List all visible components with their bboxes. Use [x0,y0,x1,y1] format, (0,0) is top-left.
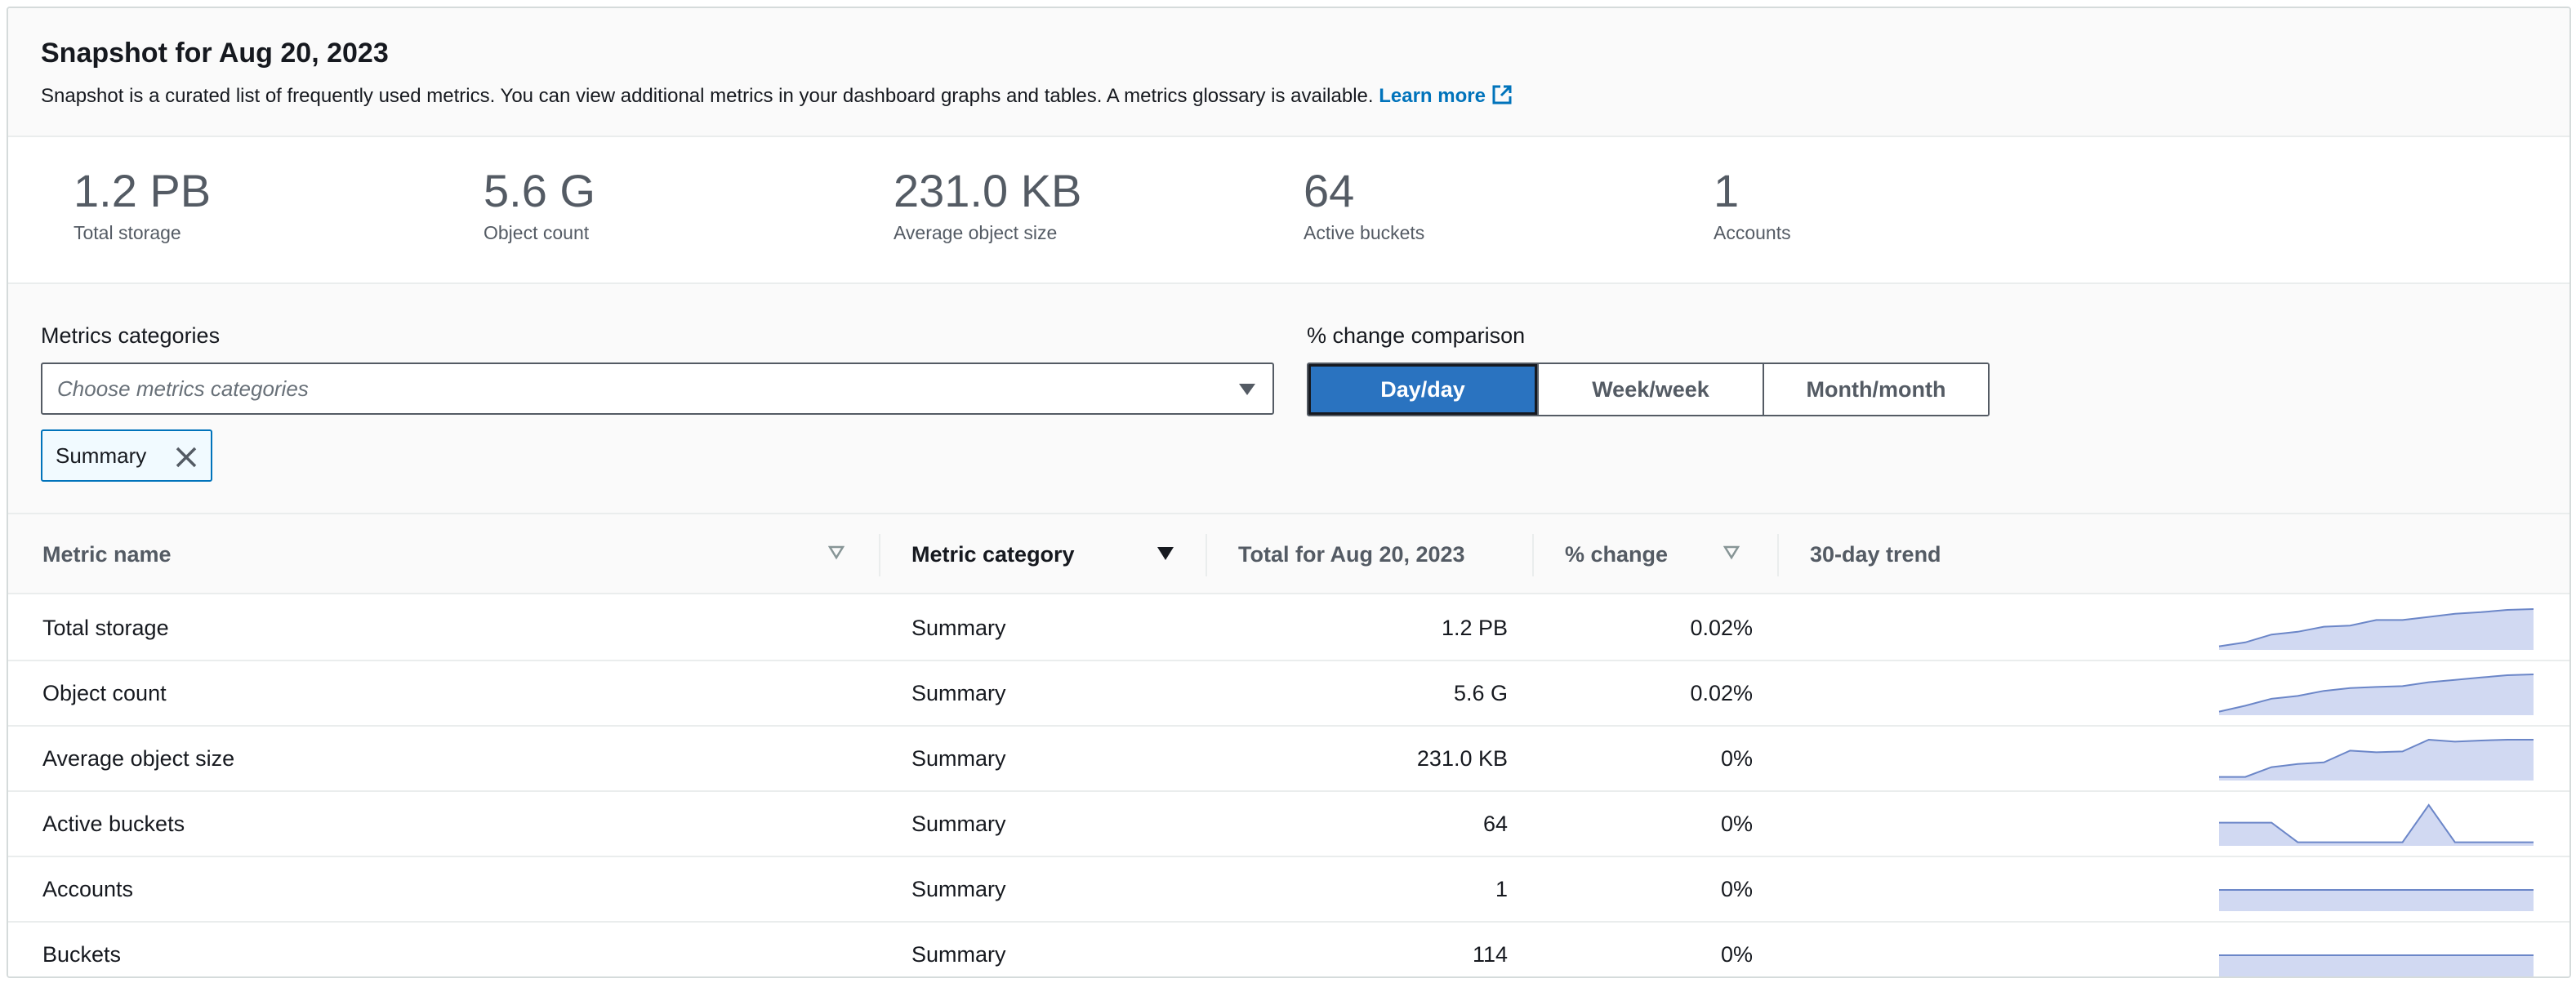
trend-sparkline [2219,954,2534,976]
trend-sparkline [2218,674,2534,715]
percent-change-cell: 0.02% [1690,616,1753,640]
metric-name-cell: Buckets [42,942,122,967]
table-row: Active buckets Summary 64 0% [8,792,2569,857]
sparkline-area [2219,674,2534,715]
metric-name-cell: Active buckets [42,812,185,836]
close-icon[interactable] [175,446,198,469]
total-cell: 1 [1495,877,1508,901]
column-separator[interactable] [879,534,880,576]
kpi-label: Active buckets [1304,222,1425,243]
learn-more-label: Learn more [1379,85,1486,107]
table-row: Buckets Summary 114 0% [8,923,2569,976]
external-link-icon [1492,85,1512,105]
percent-change-cell: 0% [1720,746,1753,771]
page-title: Snapshot for Aug 20, 2023 [41,38,389,69]
kpi-label: Accounts [1714,222,1791,243]
sparkline-area [2219,740,2534,781]
selected-category-token: Summary [41,429,212,482]
trend-sparkline [2219,803,2534,846]
column-separator[interactable] [1206,534,1207,576]
kpi-value: 64 [1304,165,1355,216]
kpi-label: Total storage [74,222,181,243]
total-cell: 231.0 KB [1416,746,1508,771]
week-week-button[interactable]: Week/week [1537,364,1763,415]
snapshot-description: Snapshot is a curated list of frequently… [41,83,1513,108]
column-separator[interactable] [1532,534,1534,576]
kpi-active-buckets: 64 Active buckets [1304,167,1424,244]
trend-sparkline [2218,608,2534,650]
kpi-accounts: 1 Accounts [1714,167,1791,244]
comparison-segmented-control: Day/day Week/week Month/month [1307,363,1990,416]
sort-icon[interactable] [1723,545,1740,560]
percent-change-cell: 0% [1720,877,1753,901]
metrics-categories-label: Metrics categories [41,323,221,348]
month-month-button[interactable]: Month/month [1763,364,1988,415]
metric-name-cell: Accounts [42,877,134,901]
kpi-total-storage: 1.2 PB Total storage [74,167,211,244]
kpi-value: 1 [1714,165,1740,216]
metric-category-cell: Summary [911,616,1006,640]
metric-category-cell: Summary [911,877,1006,901]
metrics-categories-select[interactable]: Choose metrics categories [41,363,1274,415]
kpi-label: Object count [484,222,590,243]
caret-down-icon [1239,384,1255,395]
filter-controls: Metrics categories Choose metrics catego… [8,284,2569,513]
percent-change-cell: 0% [1720,942,1753,967]
kpi-object-count: 5.6 G Object count [484,167,595,244]
sort-descending-icon[interactable] [1157,545,1174,562]
kpi-value: 231.0 KB [894,165,1082,216]
metric-category-cell: Summary [911,942,1006,967]
sparkline-area [2219,609,2534,650]
metrics-table: Metric name Metric category Total for Au… [8,513,2569,976]
trend-sparkline [2219,889,2534,911]
sort-icon[interactable] [828,545,845,560]
metric-name-cell: Total storage [42,616,169,640]
sparkline-area [2219,955,2534,976]
table-row: Object count Summary 5.6 G 0.02% [8,661,2569,727]
kpi-label: Average object size [894,222,1058,243]
metric-name-cell: Object count [42,681,167,705]
table-row: Total storage Summary 1.2 PB 0.02% [8,596,2569,661]
table-row: Accounts Summary 1 0% [8,857,2569,923]
metric-name-cell: Average object size [42,746,235,771]
total-cell: 64 [1482,812,1508,836]
total-cell: 114 [1472,942,1508,967]
column-header-trend: 30-day trend [1810,542,1941,567]
kpi-value: 1.2 PB [74,165,212,216]
select-placeholder: Choose metrics categories [57,376,309,401]
metric-category-cell: Summary [911,681,1006,705]
description-text: Snapshot is a curated list of frequently… [41,85,1374,107]
table-header: Metric name Metric category Total for Au… [8,513,2569,594]
column-separator[interactable] [1777,534,1779,576]
total-cell: 1.2 PB [1441,616,1508,640]
sparkline-area [2219,805,2534,846]
learn-more-link[interactable]: Learn more [1379,85,1513,107]
snapshot-header: Snapshot for Aug 20, 2023 Snapshot is a … [8,8,2569,137]
comparison-label: % change comparison [1307,323,1526,348]
token-label: Summary [56,443,147,468]
day-day-button[interactable]: Day/day [1308,364,1537,415]
column-header-metric-name[interactable]: Metric name [42,514,172,594]
kpi-average-object-size: 231.0 KB Average object size [894,167,1081,244]
sparkline-area [2219,890,2534,911]
kpi-strip: 1.2 PB Total storage 5.6 G Object count … [8,137,2569,284]
snapshot-panel: Snapshot for Aug 20, 2023 Snapshot is a … [7,7,2571,978]
table-row: Average object size Summary 231.0 KB 0% [8,727,2569,792]
column-header-metric-category[interactable]: Metric category [911,514,1075,594]
metric-category-cell: Summary [911,746,1006,771]
percent-change-cell: 0% [1720,812,1753,836]
column-header-total[interactable]: Total for Aug 20, 2023 [1238,514,1465,594]
percent-change-cell: 0.02% [1690,681,1753,705]
kpi-value: 5.6 G [484,165,595,216]
column-header-percent-change[interactable]: % change [1565,514,1668,594]
metric-category-cell: Summary [911,812,1006,836]
trend-sparkline [2219,738,2534,781]
total-cell: 5.6 G [1453,681,1508,705]
